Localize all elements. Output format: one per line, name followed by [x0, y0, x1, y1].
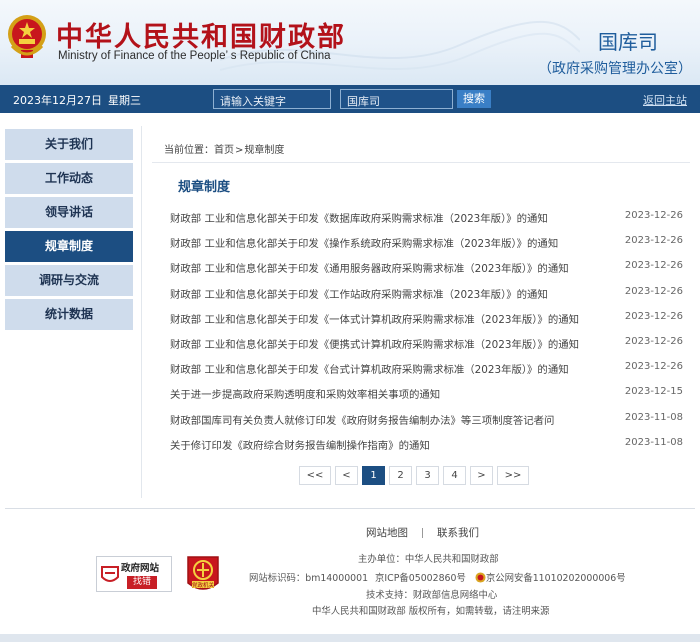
news-date: 2023-11-08 [624, 436, 683, 448]
gov-badge-emblem-icon [101, 566, 119, 582]
news-title-link[interactable]: 关于进一步提高政府采购透明度和采购效率相关事项的通知 [170, 386, 440, 401]
pagination: << <1 2 3 4 > >> [299, 466, 533, 486]
news-title-link[interactable]: 财政部 工业和信息化部关于印发《通用服务器政府采购需求标准（2023年版）》的通… [170, 260, 569, 275]
sidebar-item-regulations[interactable]: 规章制度 [5, 231, 133, 262]
footer-sponsor: 主办单位：中华人民共和国财政部 [358, 554, 499, 565]
search-button[interactable]: 搜索 [457, 90, 491, 108]
department-subtitle: （政府采购管理办公室） [538, 61, 692, 77]
list-item: 财政部 工业和信息化部关于印发《工作站政府采购需求标准（2023年版）》的通知 … [170, 281, 683, 306]
news-date: 2023-12-26 [624, 260, 683, 272]
list-item: 财政部 工业和信息化部关于印发《操作系统政府采购需求标准（2023年版）》的通知… [170, 230, 683, 255]
party-badge-text: 党政机关 [192, 581, 215, 589]
breadcrumb-home-link[interactable]: 首页 [214, 145, 234, 156]
page-4-button[interactable]: 4 [443, 466, 466, 485]
current-date: 2023年12月27日 星期三 [13, 92, 141, 108]
news-title-link[interactable]: 财政部 工业和信息化部关于印发《数据库政府采购需求标准（2023年版）》的通知 [170, 210, 548, 225]
first-page-button[interactable]: << [299, 466, 331, 485]
page-3-button[interactable]: 3 [416, 466, 439, 485]
news-title-link[interactable]: 财政部 工业和信息化部关于印发《台式计算机政府采购需求标准（2023年版）》的通… [170, 361, 569, 376]
news-date: 2023-12-26 [624, 361, 683, 373]
bottom-bar [0, 634, 700, 642]
news-title-link[interactable]: 财政部 工业和信息化部关于印发《操作系统政府采购需求标准（2023年版）》的通知 [170, 235, 558, 250]
date-value: 2023年12月27日 [13, 94, 102, 107]
gov-site-error-badge-icon[interactable]: 政府网站 找错 [96, 556, 172, 592]
list-item: 财政部国库司有关负责人就修订印发《政府财务报告编制办法》等三项制度答记者问 20… [170, 407, 683, 432]
next-page-button[interactable]: > [470, 466, 493, 485]
breadcrumb-current-link[interactable]: 规章制度 [244, 145, 284, 156]
footer-links: 网站地图 联系我们 [366, 525, 479, 540]
department-select[interactable]: 国库司 [340, 89, 453, 109]
sitemap-link[interactable]: 网站地图 [366, 527, 408, 539]
main-content: 当前位置：首页>规章制度 规章制度 财政部 工业和信息化部关于印发《数据库政府采… [141, 126, 694, 498]
footer-police-record-link[interactable]: 京公网安备11010202000006号 [486, 573, 626, 584]
list-item: 财政部 工业和信息化部关于印发《台式计算机政府采购需求标准（2023年版）》的通… [170, 356, 683, 381]
sidebar-item-work-news[interactable]: 工作动态 [5, 163, 133, 194]
list-item: 财政部 工业和信息化部关于印发《一体式计算机政府采购需求标准（2023年版）》的… [170, 306, 683, 331]
news-title-link[interactable]: 财政部 工业和信息化部关于印发《一体式计算机政府采购需求标准（2023年版）》的… [170, 311, 579, 326]
list-item: 财政部 工业和信息化部关于印发《数据库政府采购需求标准（2023年版）》的通知 … [170, 205, 683, 230]
page-1-button[interactable]: 1 [362, 466, 385, 485]
sidebar-item-about[interactable]: 关于我们 [5, 129, 133, 160]
footer-site-id: 网站标识码：bm14000001 [249, 573, 369, 584]
search-input[interactable]: 请输入关键字 [213, 89, 331, 109]
gov-badge-action: 找错 [127, 576, 157, 589]
news-title-link[interactable]: 财政部 工业和信息化部关于印发《便携式计算机政府采购需求标准（2023年版）》的… [170, 336, 579, 351]
party-gov-badge-icon[interactable]: 党政机关 [185, 555, 221, 595]
gov-badge-title: 政府网站 [121, 563, 160, 574]
news-date: 2023-12-26 [624, 210, 683, 221]
footer-link-divider [422, 528, 423, 538]
police-badge-icon [475, 572, 486, 583]
news-title-link[interactable]: 财政部 工业和信息化部关于印发《工作站政府采购需求标准（2023年版）》的通知 [170, 286, 548, 301]
prev-page-button[interactable]: < [335, 466, 358, 485]
footer-icp-link[interactable]: 京ICP备05002860号 [375, 573, 466, 584]
news-date: 2023-12-26 [624, 285, 683, 297]
national-emblem-icon[interactable] [6, 12, 48, 60]
section-title: 规章制度 [178, 180, 231, 195]
list-item: 财政部 工业和信息化部关于印发《便携式计算机政府采购需求标准（2023年版）》的… [170, 331, 683, 356]
site-header: 中华人民共和国财政部 Ministry of Finance of the Pe… [0, 0, 700, 85]
news-title-link[interactable]: 财政部国库司有关负责人就修订印发《政府财务报告编制办法》等三项制度答记者问 [170, 412, 554, 427]
top-bar: 2023年12月27日 星期三 请输入关键字 国库司 搜索 返回主站 [0, 85, 700, 113]
breadcrumb: 当前位置：首页>规章制度 [164, 141, 284, 156]
list-item: 关于进一步提高政府采购透明度和采购效率相关事项的通知 2023-12-15 [170, 381, 683, 406]
news-date: 2023-11-08 [624, 411, 683, 423]
news-list: 财政部 工业和信息化部关于印发《数据库政府采购需求标准（2023年版）》的通知 … [170, 205, 683, 457]
last-page-button[interactable]: >> [497, 466, 529, 485]
weekday: 星期三 [108, 94, 141, 107]
page-2-button[interactable]: 2 [389, 466, 412, 485]
breadcrumb-prefix: 当前位置： [164, 145, 214, 156]
footer-tech-support: 技术支持：财政部信息网络中心 [366, 590, 498, 601]
footer-divider [5, 508, 695, 509]
department-name: 国库司 [598, 30, 658, 54]
site-title-cn[interactable]: 中华人民共和国财政部 [56, 15, 346, 54]
breadcrumb-divider [152, 162, 690, 163]
list-item: 财政部 工业和信息化部关于印发《通用服务器政府采购需求标准（2023年版）》的通… [170, 255, 683, 280]
news-date: 2023-12-26 [624, 310, 683, 322]
site-title-en: Ministry of Finance of the People’ s Rep… [58, 50, 331, 62]
news-date: 2023-12-26 [624, 235, 683, 247]
news-date: 2023-12-15 [624, 386, 683, 398]
contact-us-link[interactable]: 联系我们 [437, 527, 479, 539]
breadcrumb-separator: > [235, 145, 244, 156]
list-item: 关于修订印发《政府综合财务报告编制操作指南》的通知 2023-11-08 [170, 432, 683, 457]
footer-copyright: 中华人民共和国财政部 版权所有，如需转载，请注明来源 [312, 606, 550, 617]
return-home-link[interactable]: 返回主站 [643, 92, 687, 108]
sidebar-item-research-exchange[interactable]: 调研与交流 [5, 265, 133, 296]
news-date: 2023-12-26 [624, 335, 683, 347]
footer-record-line: 网站标识码：bm14000001 京ICP备05002860号 京公网安备110… [249, 570, 626, 584]
sidebar-item-statistics[interactable]: 统计数据 [5, 299, 133, 330]
sidebar-item-leader-speeches[interactable]: 领导讲话 [5, 197, 133, 228]
sidebar-nav: 关于我们 工作动态 领导讲话 规章制度 调研与交流 统计数据 [5, 129, 133, 333]
news-title-link[interactable]: 关于修订印发《政府综合财务报告编制操作指南》的通知 [170, 437, 430, 452]
